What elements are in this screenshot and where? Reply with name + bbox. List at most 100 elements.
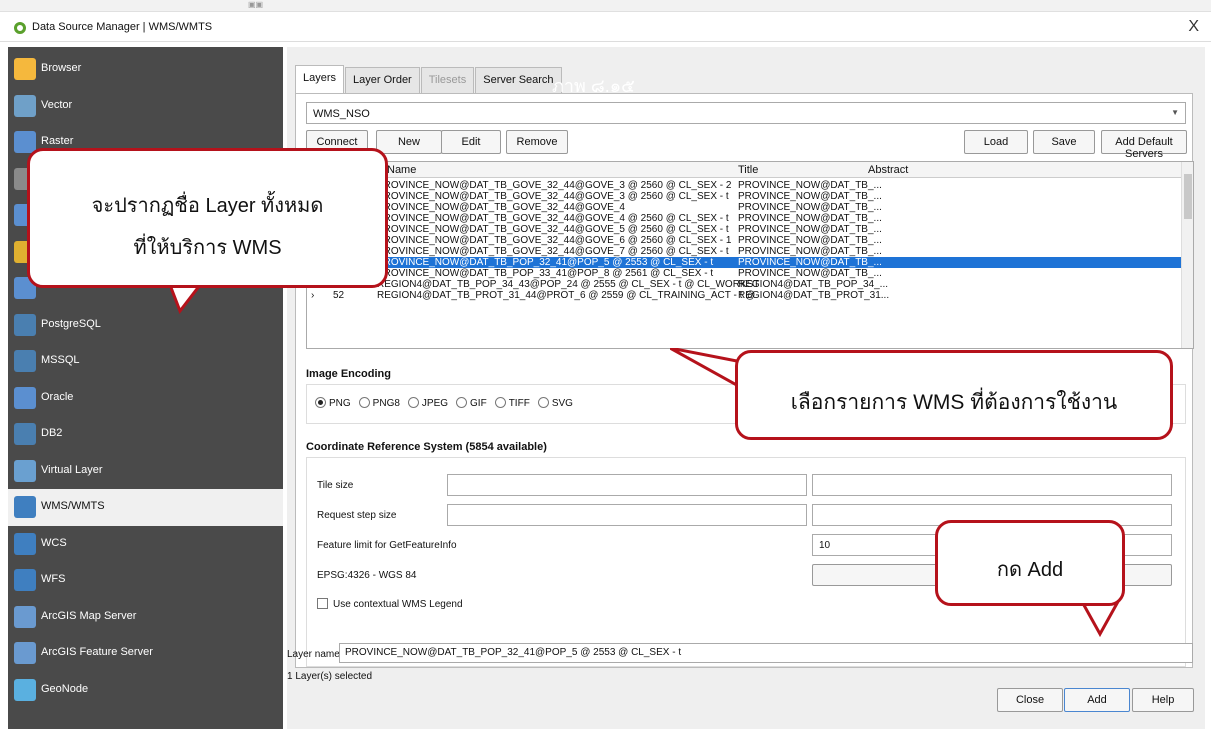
encoding-option-jpeg[interactable]: JPEG [407, 397, 448, 409]
arcgis-feature-icon [14, 642, 36, 664]
row-title: PROVINCE_NOW@DAT_TB_... [738, 257, 882, 268]
sidebar-item-arcgis-map-server[interactable]: ArcGIS Map Server [8, 599, 283, 636]
sidebar-item-label: Virtual Layer [41, 463, 103, 476]
row-name: PROVINCE_NOW@DAT_TB_GOVE_32_44@GOVE_3 @ … [377, 191, 729, 202]
expand-arrow-icon[interactable]: › [311, 290, 314, 301]
radio-button[interactable] [494, 397, 506, 408]
new-button[interactable]: New [376, 130, 442, 154]
header-title[interactable]: Title [738, 164, 758, 176]
add-default-servers-button[interactable]: Add Default Servers [1101, 130, 1187, 160]
request-step-label: Request step size [317, 510, 397, 521]
row-name: PROVINCE_NOW@DAT_TB_GOVE_32_44@GOVE_4 [377, 202, 625, 213]
wfs-icon [14, 569, 36, 591]
remove-button[interactable]: Remove [506, 130, 568, 154]
tile-size-input-2[interactable] [812, 474, 1172, 496]
radio-button[interactable] [358, 397, 370, 408]
layer-name-input[interactable]: PROVINCE_NOW@DAT_TB_POP_32_41@POP_5 @ 25… [339, 643, 1193, 663]
callout-1-line-1: จะปรากฏชื่อ Layer ทั้งหมด [91, 195, 324, 217]
sidebar-item-label: PostgreSQL [41, 317, 101, 330]
tab-layer-order[interactable]: Layer Order [345, 67, 420, 93]
header-name[interactable]: Name [387, 164, 416, 176]
add-button[interactable]: Add [1064, 688, 1130, 712]
sidebar-item-browser[interactable]: Browser [8, 51, 283, 88]
image-encoding-label: Image Encoding [306, 368, 391, 380]
table-row[interactable]: PROVINCE_NOW@DAT_TB_GOVE_32_44@GOVE_4 PRO… [307, 202, 1183, 213]
tile-size-input[interactable] [447, 474, 807, 496]
row-name: PROVINCE_NOW@DAT_TB_POP_32_41@POP_5 @ 25… [377, 257, 714, 268]
table-row[interactable]: PROVINCE_NOW@DAT_TB_GOVE_32_44@GOVE_3 @ … [307, 191, 1183, 202]
radio-button[interactable] [315, 397, 326, 408]
scrollbar-thumb[interactable] [1184, 174, 1192, 219]
callout-1-tail [170, 285, 202, 315]
header-abstract[interactable]: Abstract [868, 164, 908, 176]
sidebar-item-label: ArcGIS Map Server [41, 609, 137, 622]
close-button[interactable]: Close [997, 688, 1063, 712]
edit-button[interactable]: Edit [441, 130, 501, 154]
close-icon[interactable]: X [1188, 18, 1199, 36]
sidebar-item-wms-wmts[interactable]: WMS/WMTS [8, 489, 283, 526]
sidebar-item-label: Browser [41, 62, 82, 74]
table-row[interactable]: PROVINCE_NOW@DAT_TB_GOVE_32_44@GOVE_3 @ … [307, 180, 1183, 191]
radio-button[interactable] [456, 397, 468, 408]
radio-button[interactable] [407, 397, 419, 408]
sidebar-item-db2[interactable]: DB2 [8, 416, 283, 453]
tab-layers[interactable]: Layers [295, 65, 345, 93]
layer-name-label: Layer name [287, 649, 340, 660]
sidebar-item-label: Raster [41, 135, 74, 147]
request-step-input[interactable] [447, 504, 807, 526]
qgis-logo-icon [14, 22, 26, 34]
sidebar-item-vector[interactable]: Vector [8, 88, 283, 125]
encoding-option-png8[interactable]: PNG8 [358, 397, 400, 409]
table-row[interactable]: ›48PROVINCE_NOW@DAT_TB_POP_33_41@POP_8 @… [307, 268, 1183, 279]
row-title: PROVINCE_NOW@DAT_TB_... [738, 202, 882, 213]
sidebar-item-mssql[interactable]: MSSQL [8, 343, 283, 380]
table-row[interactable]: PROVINCE_NOW@DAT_TB_GOVE_32_44@GOVE_4 @ … [307, 213, 1183, 224]
save-button[interactable]: Save [1033, 130, 1095, 154]
sidebar-item-arcgis-feature-server[interactable]: ArcGIS Feature Server [8, 635, 283, 672]
callout-press-add: กด Add [935, 520, 1125, 606]
title-bar: ▣▣ Data Source Manager | WMS/WMTS X [0, 0, 1211, 42]
sidebar-item-oracle[interactable]: Oracle [8, 380, 283, 417]
table-row[interactable]: ›50REGION4@DAT_TB_POP_34_43@POP_24 @ 255… [307, 279, 1183, 290]
contextual-legend-checkbox[interactable] [317, 598, 328, 609]
table-row[interactable]: PROVINCE_NOW@DAT_TB_GOVE_32_44@GOVE_6 @ … [307, 235, 1183, 246]
sidebar-item-label: Vector [41, 98, 73, 111]
help-button[interactable]: Help [1132, 688, 1194, 712]
sidebar-item-label: ArcGIS Feature Server [41, 646, 153, 658]
encoding-option-gif[interactable]: GIF [456, 397, 487, 409]
status-text: 1 Layer(s) selected [287, 671, 373, 682]
sidebar-item-geonode[interactable]: GeoNode [8, 672, 283, 709]
sidebar-item-wfs[interactable]: WFS [8, 562, 283, 599]
row-name: PROVINCE_NOW@DAT_TB_POP_33_41@POP_8 @ 25… [377, 268, 714, 279]
table-row[interactable]: PROVINCE_NOW@DAT_TB_GOVE_32_44@GOVE_7 @ … [307, 246, 1183, 257]
contextual-legend-option[interactable]: Use contextual WMS Legend [317, 598, 463, 610]
contextual-legend-label: Use contextual WMS Legend [333, 599, 463, 610]
encoding-option-tiff[interactable]: TIFF [494, 397, 530, 409]
wms-icon [14, 496, 36, 518]
encoding-option-svg[interactable]: SVG [537, 397, 573, 409]
row-title: PROVINCE_NOW@DAT_TB_... [738, 224, 882, 235]
row-title: REGION4@DAT_TB_POP_34_... [738, 279, 889, 290]
radio-button[interactable] [537, 397, 549, 408]
sidebar-item-postgresql[interactable]: PostgreSQL [8, 307, 283, 344]
load-button[interactable]: Load [964, 130, 1028, 154]
encoding-label: TIFF [508, 398, 530, 409]
sidebar-item-virtual-layer[interactable]: Virtual Layer [8, 453, 283, 490]
vector-icon [14, 94, 36, 117]
row-id: 52 [333, 290, 345, 301]
row-title: PROVINCE_NOW@DAT_TB_... [738, 235, 882, 246]
row-name: REGION4@DAT_TB_POP_34_43@POP_24 @ 2555 @… [377, 279, 760, 290]
encoding-option-png[interactable]: PNG [315, 397, 351, 409]
table-scrollbar[interactable] [1181, 162, 1193, 348]
table-row[interactable]: PROVINCE_NOW@DAT_TB_POP_32_41@POP_5 @ 25… [307, 257, 1183, 268]
table-row[interactable]: › 52 REGION4@DAT_TB_PROT_31_44@PROT_6 @ 25… [307, 290, 1183, 301]
layers-table[interactable]: Name Title Abstract PROVINCE_NOW@DAT_TB_… [306, 161, 1194, 349]
sidebar-item-wcs[interactable]: WCS [8, 526, 283, 563]
tab-tilesets[interactable]: Tilesets [420, 67, 475, 93]
connection-value: WMS_NSO [313, 108, 370, 120]
postgresql-icon [14, 313, 36, 336]
geonode-icon [14, 678, 36, 701]
table-row[interactable]: PROVINCE_NOW@DAT_TB_GOVE_32_44@GOVE_5 @ … [307, 224, 1183, 235]
connection-select[interactable]: WMS_NSO ▼ [306, 102, 1186, 124]
tab-server-search[interactable]: Server Search [475, 67, 562, 93]
